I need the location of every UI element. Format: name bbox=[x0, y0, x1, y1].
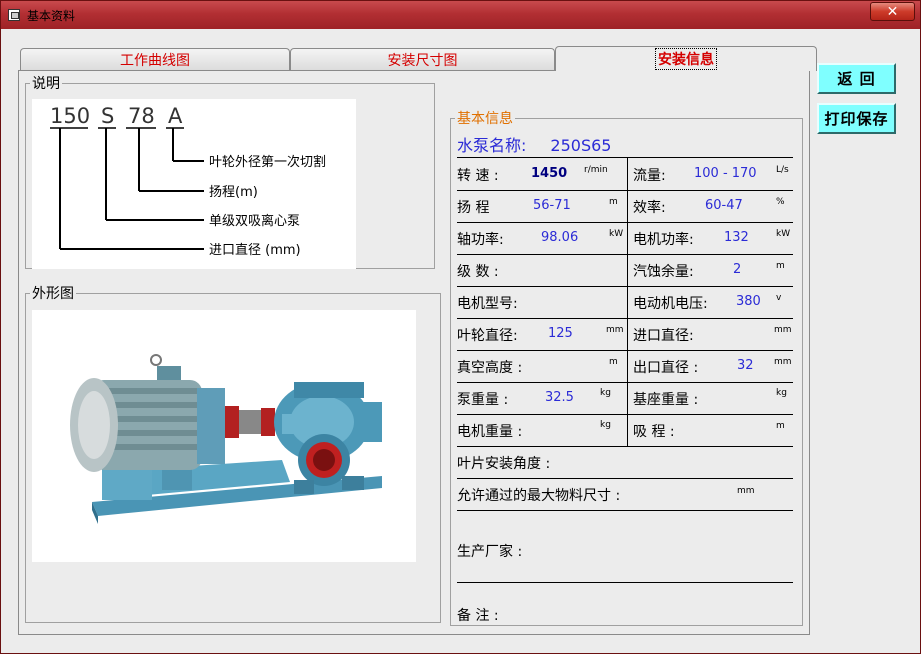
tab-panel: 说明 150 S 78 A 叶轮外径第一次切割 扬程(m) 单级双吸离心泵 进口… bbox=[18, 70, 810, 635]
max-particle-label: 允许通过的最大物料尺寸 : bbox=[457, 488, 621, 504]
shaft-power-value: 98.06 bbox=[541, 230, 579, 245]
model-part-cut: A bbox=[168, 104, 183, 128]
efficiency-unit: % bbox=[776, 197, 785, 207]
pump-name-label: 水泵名称: bbox=[457, 136, 527, 155]
shaft-power-label: 轴功率: bbox=[457, 232, 504, 248]
basic-info-group: 基本信息 水泵名称: 250S65 转 速: 1450 r/min 流量: 1… bbox=[450, 108, 803, 626]
impeller-dia-label: 叶轮直径: bbox=[457, 328, 518, 344]
outlet-dia-unit: mm bbox=[774, 357, 792, 367]
motor-voltage-unit: v bbox=[776, 293, 782, 303]
pump-name-value: 250S65 bbox=[550, 136, 612, 155]
basic-info-legend: 基本信息 bbox=[457, 111, 513, 127]
pump-weight-value: 32.5 bbox=[545, 390, 574, 405]
model-part-type: S bbox=[101, 104, 114, 128]
npsh-value: 2 bbox=[733, 262, 742, 277]
appearance-group: 外形图 bbox=[25, 283, 441, 623]
callout-inlet-dia: 进口直径 (mm) bbox=[209, 243, 301, 258]
motor-voltage-label: 电动机电压: bbox=[633, 296, 708, 312]
pump-weight-unit: kg bbox=[600, 388, 611, 398]
remarks-label: 备 注 : bbox=[457, 608, 499, 624]
max-particle-unit: mm bbox=[737, 486, 755, 496]
window-title: 基本资料 bbox=[27, 9, 76, 23]
callout-head: 扬程(m) bbox=[209, 185, 258, 200]
close-button[interactable]: ✕ bbox=[870, 2, 915, 21]
pump-weight-label: 泵重量 : bbox=[457, 392, 509, 408]
flow-label: 流量: bbox=[633, 168, 666, 184]
vacuum-height-label: 真空高度 : bbox=[457, 360, 523, 376]
efficiency-value: 60-47 bbox=[705, 198, 743, 213]
shaft-power-unit: kW bbox=[609, 229, 624, 239]
vacuum-height-unit: m bbox=[609, 357, 618, 367]
motor-power-unit: kW bbox=[776, 229, 791, 239]
flow-unit: L/s bbox=[776, 165, 789, 175]
head-label: 扬 程 bbox=[457, 200, 490, 216]
motor-weight-label: 电机重量 : bbox=[457, 424, 523, 440]
suction-lift-label: 吸 程 : bbox=[633, 424, 675, 440]
impeller-dia-value: 125 bbox=[548, 326, 573, 341]
outlet-dia-label: 出口直径 : bbox=[633, 360, 699, 376]
app-icon bbox=[8, 9, 20, 21]
tab-work-curve[interactable]: 工作曲线图 bbox=[20, 48, 290, 70]
model-part-size: 150 bbox=[50, 104, 90, 128]
model-part-head: 78 bbox=[128, 104, 155, 128]
motor-weight-unit: kg bbox=[600, 420, 611, 430]
callout-pump-type: 单级双吸离心泵 bbox=[209, 213, 300, 229]
motor-power-label: 电机功率: bbox=[633, 232, 694, 248]
appearance-legend: 外形图 bbox=[32, 286, 74, 302]
motor-power-value: 132 bbox=[724, 230, 749, 245]
impeller-dia-unit: mm bbox=[606, 325, 624, 335]
model-code-diagram: 150 S 78 A 叶轮外径第一次切割 扬程(m) 单级双吸离心泵 进口直径 … bbox=[32, 99, 356, 269]
npsh-unit: m bbox=[776, 261, 785, 271]
tab-install-dimensions[interactable]: 安装尺寸图 bbox=[290, 48, 555, 70]
pump-photo bbox=[32, 310, 416, 562]
npsh-label: 汽蚀余量: bbox=[633, 264, 694, 280]
inlet-dia-label: 进口直径: bbox=[633, 328, 694, 344]
tab-install-info[interactable]: 安装信息 bbox=[555, 46, 817, 71]
outlet-dia-value: 32 bbox=[737, 358, 754, 373]
speed-label: 转 速 : bbox=[457, 168, 499, 184]
head-value: 56-71 bbox=[533, 198, 571, 213]
flow-value: 100 - 170 bbox=[694, 166, 757, 181]
pump-name-row: 水泵名称: 250S65 bbox=[457, 132, 611, 156]
base-weight-unit: kg bbox=[776, 388, 787, 398]
motor-model-label: 电机型号: bbox=[457, 296, 518, 312]
stages-label: 级 数 : bbox=[457, 264, 499, 280]
back-button[interactable]: 返 回 bbox=[817, 63, 896, 94]
manufacturer-label: 生产厂家 : bbox=[457, 544, 523, 560]
base-weight-label: 基座重量 : bbox=[633, 392, 699, 408]
speed-value: 1450 bbox=[531, 166, 568, 181]
title-bar: 基本资料 ✕ bbox=[1, 1, 920, 29]
efficiency-label: 效率: bbox=[633, 200, 666, 216]
tab-install-info-label: 安装信息 bbox=[655, 48, 717, 70]
print-save-button[interactable]: 打印保存 bbox=[817, 103, 896, 134]
inlet-dia-unit: mm bbox=[774, 325, 792, 335]
head-unit: m bbox=[609, 197, 618, 207]
tab-strip: 工作曲线图 安装尺寸图 安装信息 bbox=[18, 46, 817, 71]
explanation-legend: 说明 bbox=[32, 76, 60, 92]
motor-voltage-value: 380 bbox=[736, 294, 761, 309]
suction-lift-unit: m bbox=[776, 421, 785, 431]
basic-info-body: 水泵名称: 250S65 转 速: 1450 r/min 流量: 100 - … bbox=[451, 128, 802, 628]
client-area: 工作曲线图 安装尺寸图 安装信息 说明 150 S 78 A 叶轮外径第一次切割… bbox=[9, 29, 914, 647]
explanation-group: 说明 150 S 78 A 叶轮外径第一次切割 扬程(m) 单级双吸离心泵 进口… bbox=[25, 73, 435, 269]
speed-unit: r/min bbox=[584, 165, 608, 175]
blade-angle-label: 叶片安装角度 : bbox=[457, 456, 551, 472]
window: 基本资料 ✕ 工作曲线图 安装尺寸图 安装信息 说明 150 S 78 A 叶轮… bbox=[0, 0, 921, 654]
callout-impeller-cut: 叶轮外径第一次切割 bbox=[209, 154, 326, 170]
